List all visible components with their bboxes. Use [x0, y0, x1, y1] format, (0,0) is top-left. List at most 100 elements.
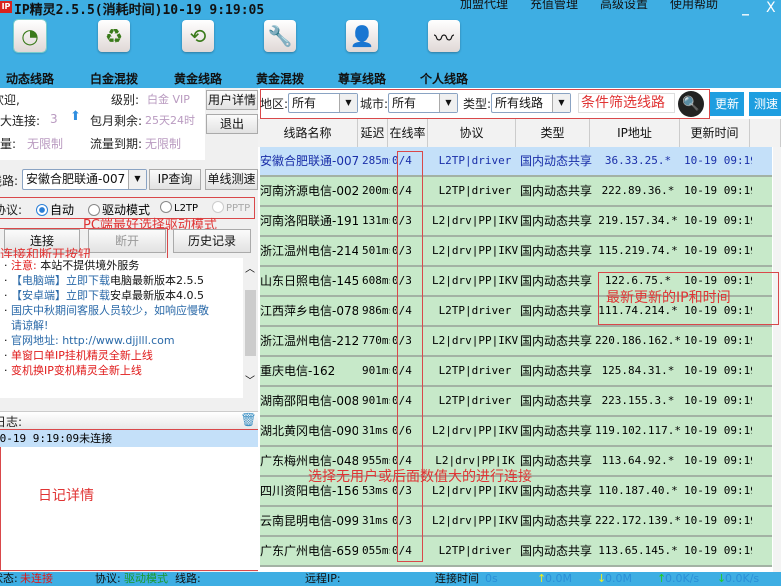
chevron-down-icon[interactable]: ﹀: [245, 372, 255, 387]
menu-recharge[interactable]: 充值管理: [530, 0, 578, 12]
news-item[interactable]: · 【安卓端】立即下载安卓最新版本4.0.5: [4, 288, 243, 303]
log-entry[interactable]: 10-19 9:19:09未连接: [0, 430, 258, 447]
cell-type: 国内动态共享: [520, 424, 592, 438]
column-header[interactable]: 更新时间: [680, 119, 750, 147]
radio-label: L2TP: [174, 203, 199, 214]
column-header[interactable]: 线路名称: [258, 119, 358, 147]
column-header[interactable]: 类型: [516, 119, 590, 147]
toolbar-users-refresh-button[interactable]: ♻: [98, 20, 130, 52]
cell-time: 10-19 09:19: [684, 364, 752, 377]
radar-icon: ◔: [21, 24, 39, 48]
toolbar-vip-user-button[interactable]: 👤: [346, 20, 378, 52]
column-header[interactable]: 延迟: [358, 119, 388, 147]
annotation-log-detail: 日记详情: [38, 488, 94, 504]
traffic-label: 流量:: [0, 137, 17, 151]
status-time-label: 连接时间: [435, 572, 479, 585]
region-label: 地区:: [260, 97, 289, 111]
table-row[interactable]: 云南昆明电信-099 31ms 0/3 L2|drv|PP|IKV 国内动态共享 222.…: [260, 507, 772, 537]
ip-query-button[interactable]: IP查询: [149, 169, 201, 190]
upgrade-arrow-icon[interactable]: ⬆: [70, 109, 81, 124]
menu-help[interactable]: 使用帮助: [670, 0, 718, 12]
news-text: http://www.djjlll.com: [62, 334, 175, 347]
table-row[interactable]: 广东广州电信-659055ms0/4L2TP|driver国内动态共享113.6…: [260, 537, 772, 567]
city-select[interactable]: 所有 ▼: [388, 93, 458, 113]
radio-pptp[interactable]: PPTP: [212, 201, 250, 214]
toolbar-label[interactable]: 黄金混拨: [250, 70, 310, 87]
title-bar: IP IP精灵2.5.5(消耗时间)10-19 9:19:05 加盟代理 充值管…: [0, 0, 781, 88]
type-select[interactable]: 所有线路 ▼: [491, 93, 571, 113]
cell-latency: 285ms: [362, 154, 390, 167]
toolbar-wrench-user-button[interactable]: 🔧: [264, 20, 296, 52]
vip-user-icon: 👤: [349, 24, 375, 48]
news-item[interactable]: · 变机换IP变机精灵全新上线: [4, 363, 243, 378]
traffic-value: 无限制: [27, 137, 64, 151]
radio-auto[interactable]: 自动: [36, 201, 74, 218]
toolbar-label[interactable]: 尊享线路: [332, 70, 392, 87]
news-item[interactable]: · 【电脑端】立即下载电脑最新版本2.5.5: [4, 273, 243, 288]
cell-name: 山东日照电信-145: [260, 274, 358, 288]
disconnect-button[interactable]: 断开: [88, 229, 166, 253]
cell-name: 浙江温州电信-214: [260, 244, 358, 258]
menu-agent[interactable]: 加盟代理: [460, 0, 508, 12]
cell-protocol: L2|drv|PP|IKV: [432, 334, 518, 347]
chevron-up-icon[interactable]: ︿: [245, 260, 255, 275]
toolbar-label[interactable]: 白金混拨: [84, 70, 144, 87]
search-icon[interactable]: 🔍: [678, 91, 704, 117]
region-select[interactable]: 所有 ▼: [288, 93, 358, 113]
news-scrollbar[interactable]: ︿ ﹀: [243, 258, 258, 398]
toolbar-pulse-button[interactable]: 〰: [428, 20, 460, 52]
speed-button[interactable]: 测速: [749, 92, 781, 116]
table-row[interactable]: 安徽合肥联通-007285ms0/4L2TP|driver国内动态共享36.33…: [260, 147, 772, 177]
toolbar-label[interactable]: 个人线路: [414, 70, 474, 87]
table-row[interactable]: 河南洛阳联通-191131ms0/3L2|drv|PP|IKV国内动态共享219…: [260, 207, 772, 237]
table-row[interactable]: 重庆电信-162901ms0/4L2TP|driver国内动态共享125.84.…: [260, 357, 772, 387]
line-select[interactable]: 安徽合肥联通-007 ▼: [22, 169, 147, 190]
column-header[interactable]: IP地址: [590, 119, 680, 147]
refresh-button[interactable]: 更新: [710, 92, 744, 116]
right-panel: 地区: 所有 ▼ 城市: 所有 ▼ 类型: 所有线路 ▼ 条件筛选线路 🔍 更新 测速…: [258, 88, 781, 572]
trash-icon[interactable]: 🗑: [240, 413, 257, 428]
table-row[interactable]: 河南济源电信-002200ms0/4L2TP|driver国内动态共享222.8…: [260, 177, 772, 207]
toolbar-label[interactable]: 动态线路: [0, 70, 60, 87]
news-text: 电脑最新版本2.5.5: [110, 274, 204, 287]
speed-test-button[interactable]: 单线测速: [205, 169, 258, 190]
news-item[interactable]: · 单窗口单IP挂机精灵全新上线: [4, 348, 243, 363]
radio-label: PPTP: [226, 203, 251, 214]
cell-type: 国内动态共享: [520, 334, 592, 348]
minimize-button[interactable]: _: [742, 0, 749, 16]
toolbar-radar-button[interactable]: ◔: [13, 19, 47, 53]
cell-time: 10-19 09:19: [684, 544, 752, 557]
cell-name: 安徽合肥联通-007: [260, 154, 358, 168]
cell-type: 国内动态共享: [520, 184, 592, 198]
table-row[interactable]: 浙江温州电信-212770ms0/3L2|drv|PP|IKV国内动态共享220…: [260, 327, 772, 357]
history-button[interactable]: 历史记录: [173, 229, 251, 253]
user-detail-button[interactable]: 用户详情: [206, 90, 258, 110]
app-logo: IP: [0, 1, 12, 13]
radio-icon-checked: [36, 204, 48, 216]
scroll-thumb[interactable]: [245, 290, 256, 356]
annotation-box-online-rate: [397, 151, 423, 562]
radio-l2tp[interactable]: L2TP: [160, 201, 198, 214]
news-item[interactable]: · 官网地址: http://www.djjlll.com: [4, 333, 243, 348]
news-item[interactable]: 请谅解!: [4, 318, 243, 333]
close-button[interactable]: X: [766, 0, 776, 16]
cell-protocol: L2|drv|PP|IKV: [432, 514, 518, 527]
table-row[interactable]: 湖北黄冈电信-090 31ms 0/6 L2|drv|PP|IKV 国内动态共享 119.…: [260, 417, 772, 447]
logout-button[interactable]: 退出: [206, 114, 258, 134]
column-header[interactable]: 协议: [428, 119, 516, 147]
news-item[interactable]: · 注意: 本站不提供境外服务: [4, 258, 243, 273]
filter-search-input[interactable]: 条件筛选线路: [578, 93, 675, 113]
cell-protocol: L2TP|driver: [438, 544, 512, 557]
cell-type: 国内动态共享: [520, 214, 592, 228]
table-scrollbar[interactable]: [773, 147, 781, 572]
window-title: IP精灵2.5.5(消耗时间)10-19 9:19:05: [14, 3, 265, 18]
news-item[interactable]: · 国庆中秋期间客服人员较少，如响应慢敬: [4, 303, 243, 318]
news-text: 注意:: [11, 259, 37, 272]
cell-protocol: L2|drv|PP|IKV: [432, 244, 518, 257]
menu-advanced[interactable]: 高级设置: [600, 0, 648, 12]
table-row[interactable]: 湖南邵阳电信-008901ms0/4L2TP|driver国内动态共享223.1…: [260, 387, 772, 417]
column-header[interactable]: 在线率: [388, 119, 428, 147]
toolbar-label[interactable]: 黄金线路: [168, 70, 228, 87]
toolbar-user-refresh-button[interactable]: ⟲: [182, 20, 214, 52]
table-row[interactable]: 浙江温州电信-214501ms0/3L2|drv|PP|IKV国内动态共享115…: [260, 237, 772, 267]
